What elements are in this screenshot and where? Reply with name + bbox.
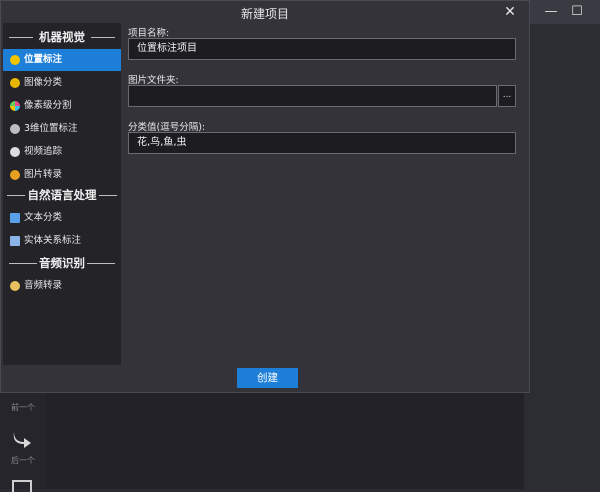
right-panel [524,24,600,489]
3d-tag-icon [10,124,20,134]
next-button[interactable]: 后一个 [0,455,46,466]
dialog-title: 新建项目 [240,7,289,21]
sidebar-item-audio-transcribe[interactable]: 音频转录 [3,275,121,297]
sidebar-item-image-classify[interactable]: 图像分类 [3,72,121,94]
minimize-button[interactable]: — [540,2,562,22]
new-project-dialog: 新建项目 ✕ 机器视觉 位置标注 图像分类 像素级分割 3维位置标注 视频追踪 [0,0,530,393]
section-nlp: 自然语言处理 [3,185,121,205]
image-folder-label: 图片文件夹: [128,75,179,86]
sidebar-item-image-transcribe[interactable]: 图片转录 [3,164,121,186]
location-tag-icon [10,55,20,65]
sidebar-item-video-track[interactable]: 视频追踪 [3,141,121,163]
audio-transcribe-icon [10,281,20,291]
sidebar-item-pixel-segment[interactable]: 像素级分割 [3,95,121,117]
section-computer-vision: 机器视觉 [3,27,121,47]
sidebar-item-text-classify[interactable]: 文本分类 [3,207,121,229]
create-button[interactable]: 创建 [237,368,298,388]
project-name-input[interactable]: 位置标注项目 [128,38,516,60]
video-track-icon [10,147,20,157]
image-classify-icon [10,78,20,88]
project-type-sidebar: 机器视觉 位置标注 图像分类 像素级分割 3维位置标注 视频追踪 图片转录 自然… [3,23,121,365]
classes-label: 分类值(逗号分隔): [128,122,206,133]
dialog-titlebar: 新建项目 ✕ [1,1,529,23]
sidebar-item-3d-tag[interactable]: 3维位置标注 [3,118,121,140]
image-transcribe-icon [10,170,20,180]
close-icon[interactable]: ✕ [501,3,519,21]
section-audio: 音频识别 [3,253,121,273]
browse-button[interactable]: ... [498,85,516,107]
prev-button[interactable]: 前一个 [0,402,46,413]
image-folder-input[interactable] [128,85,497,107]
classes-input[interactable]: 花,鸟,鱼,虫 [128,132,516,154]
sidebar-item-location-tag[interactable]: 位置标注 [3,49,121,71]
save-icon[interactable] [12,480,32,492]
sidebar-item-entity-relation[interactable]: 实体关系标注 [3,230,121,252]
pixel-segment-icon [10,101,20,111]
maximize-button[interactable]: ☐ [566,2,588,22]
project-name-label: 项目名称: [128,28,170,39]
next-arrow-icon[interactable] [10,426,34,450]
text-classify-icon [10,213,20,223]
entity-relation-icon [10,236,20,246]
